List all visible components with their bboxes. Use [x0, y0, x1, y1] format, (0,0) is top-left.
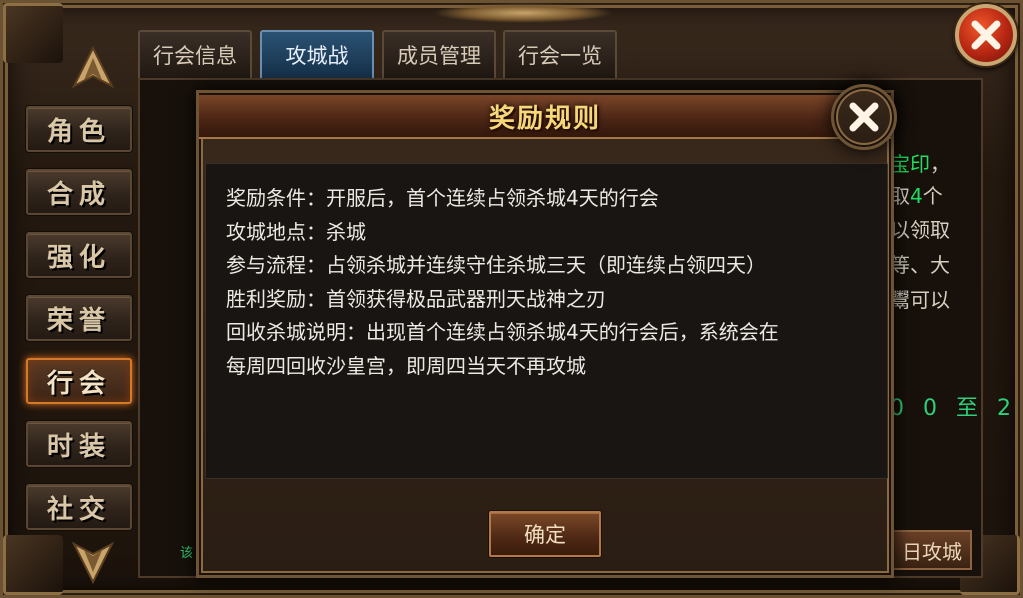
bg-text: 等、大	[890, 253, 950, 277]
close-dialog-button[interactable]	[831, 84, 897, 150]
sidebar-item-character[interactable]: 角色	[26, 106, 132, 152]
bg-text: 个	[922, 184, 943, 208]
rule-location: 攻城地点：杀城	[226, 219, 366, 244]
ornament-emblem-icon	[68, 540, 118, 585]
rule-condition: 奖励条件：开服后，首个连续占领杀城4天的行会	[226, 186, 659, 210]
tab-siege-war[interactable]: 攻城战	[260, 30, 374, 78]
siege-time-text: 0 0 至 2 1	[890, 396, 1023, 421]
reward-rules-dialog: 奖励规则 奖励条件：开服后，首个连续占领杀城4天的行会 攻城地点：杀城 参与流程…	[196, 90, 894, 578]
bg-text: 鬻可以	[890, 288, 950, 312]
dialog-title-bar: 奖励规则	[199, 95, 891, 139]
close-window-button[interactable]	[955, 4, 1017, 66]
bg-text: ，	[930, 152, 950, 176]
bg-text: 以领取	[890, 218, 950, 242]
sidebar-item-synthesis[interactable]: 合成	[26, 169, 132, 215]
siege-button[interactable]: 日攻城	[890, 530, 972, 570]
sidebar-item-fashion[interactable]: 时装	[26, 421, 132, 467]
rule-recycle-cont: 每周四回收沙皇宫，即周四当天不再攻城	[226, 353, 586, 378]
ornament-emblem-icon	[68, 45, 118, 90]
close-x-icon	[971, 20, 1001, 50]
top-ornament	[433, 3, 613, 23]
hint-text: 该	[180, 546, 194, 561]
tab-guild-list[interactable]: 行会一览	[503, 30, 617, 78]
highlight-text: 宝印	[890, 152, 930, 176]
sidebar: 角色 合成 强化 荣誉 行会 时装 社交	[18, 40, 138, 590]
sidebar-item-social[interactable]: 社交	[26, 484, 132, 530]
sidebar-item-honor[interactable]: 荣誉	[26, 295, 132, 341]
close-x-icon	[849, 102, 879, 132]
rule-recycle: 回收杀城说明：出现首个连续占领杀城4天的行会后，系统会在	[226, 320, 779, 344]
sidebar-item-enhance[interactable]: 强化	[26, 232, 132, 278]
confirm-button[interactable]: 确定	[489, 511, 601, 557]
rule-reward: 胜利奖励：首领获得极品武器刑天战神之刃	[226, 286, 606, 311]
sidebar-item-guild[interactable]: 行会	[26, 358, 132, 404]
highlight-number: 4	[910, 184, 923, 208]
tab-guild-info[interactable]: 行会信息	[138, 30, 252, 78]
rules-text-box: 奖励条件：开服后，首个连续占领杀城4天的行会 攻城地点：杀城 参与流程：占领杀城…	[205, 163, 888, 479]
tab-member-management[interactable]: 成员管理	[382, 30, 496, 78]
rule-process: 参与流程：占领杀城并连续守住杀城三天（即连续占领四天）	[226, 253, 766, 277]
dialog-title: 奖励规则	[488, 103, 601, 134]
